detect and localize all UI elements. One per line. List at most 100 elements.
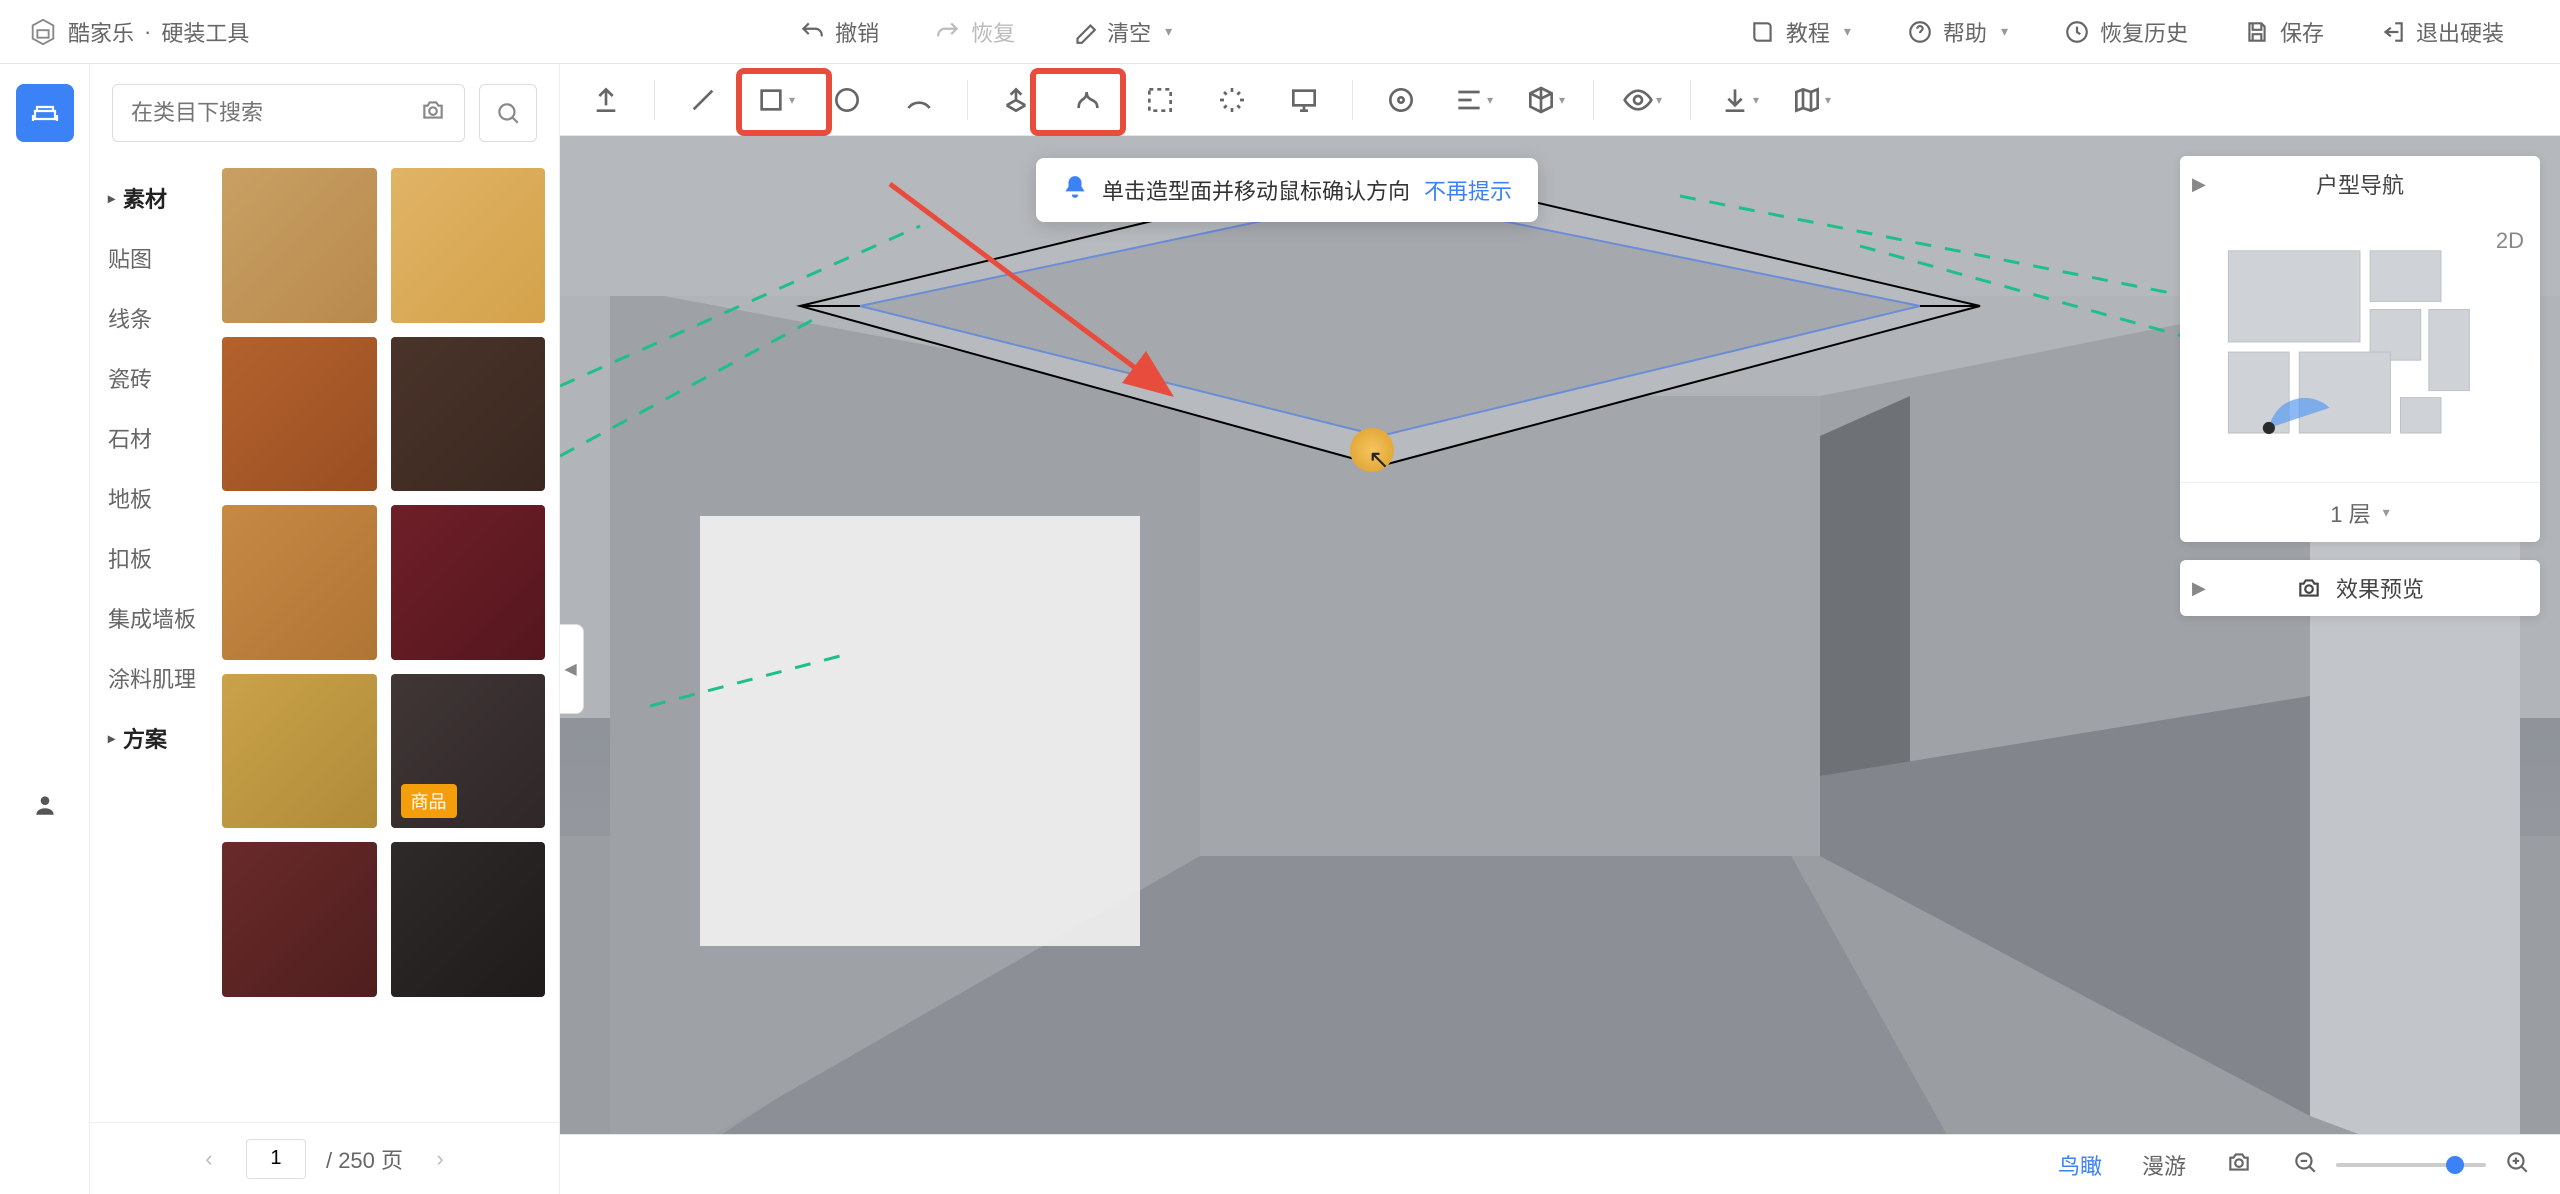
material-thumb[interactable]	[391, 168, 546, 323]
tool-material[interactable]: ▾	[1509, 72, 1581, 128]
cat-texture[interactable]: 贴图	[90, 228, 208, 288]
canvas-toolbar: ▾ ▾ ▾ ▾ ▾ ▾	[560, 64, 2560, 136]
tutorial-button[interactable]: 教程▾	[1722, 16, 1879, 48]
collapse-icon[interactable]: ▶	[2192, 174, 2206, 195]
cat-tile[interactable]: 瓷砖	[90, 348, 208, 408]
pager-prev[interactable]: ‹	[192, 1146, 226, 1172]
brand-sep: ·	[144, 19, 151, 45]
search-button[interactable]	[479, 84, 537, 142]
help-icon	[1907, 19, 1933, 45]
cat-wallpanel[interactable]: 集成墙板	[90, 588, 208, 648]
tool-target[interactable]	[1365, 72, 1437, 128]
zoom-out-button[interactable]	[2292, 1149, 2318, 1181]
snapshot-button[interactable]	[2226, 1149, 2252, 1181]
search-icon	[495, 100, 521, 126]
history-button[interactable]: 恢复历史	[2036, 16, 2216, 48]
app-logo: 酷家乐 · 硬装工具	[28, 16, 249, 48]
cat-panel[interactable]: 扣板	[90, 528, 208, 588]
minimap-mode-badge[interactable]: 2D	[2496, 228, 2524, 254]
tool-screen[interactable]	[1268, 72, 1340, 128]
material-thumb[interactable]	[391, 842, 546, 997]
triangle-down-icon: ▸	[108, 190, 115, 207]
clear-button[interactable]: 清空▾	[1043, 16, 1200, 48]
tool-map[interactable]: ▾	[1775, 72, 1847, 128]
material-thumb[interactable]	[391, 337, 546, 492]
material-thumb[interactable]	[222, 842, 377, 997]
view-bird-tab[interactable]: 鸟瞰	[2058, 1149, 2102, 1181]
tool-line[interactable]	[667, 72, 739, 128]
floor-selector[interactable]: 1 层▾	[2180, 482, 2540, 542]
logo-icon	[28, 17, 58, 47]
material-thumb[interactable]	[391, 505, 546, 660]
tool-arc[interactable]	[883, 72, 955, 128]
tool-visibility[interactable]: ▾	[1606, 72, 1678, 128]
pager: ‹ / 250 页 ›	[90, 1122, 559, 1194]
cat-paint[interactable]: 涂料肌理	[90, 648, 208, 708]
camera-icon	[2226, 1149, 2252, 1175]
cat-line[interactable]: 线条	[90, 288, 208, 348]
collapse-icon[interactable]: ▶	[2192, 578, 2206, 599]
tool-download[interactable]: ▾	[1703, 72, 1775, 128]
zoom-out-icon	[2292, 1149, 2318, 1175]
cat-header-material[interactable]: ▸素材	[90, 168, 208, 228]
rail-library-button[interactable]	[16, 84, 74, 142]
undo-label: 撤销	[835, 16, 879, 48]
tool-rect[interactable]: ▾	[739, 72, 811, 128]
tool-region[interactable]	[1124, 72, 1196, 128]
search-input[interactable]	[131, 100, 420, 126]
tool-curve[interactable]	[1052, 72, 1124, 128]
search-box[interactable]	[112, 84, 465, 142]
rail-user-button[interactable]	[32, 792, 58, 823]
render-preview-card: ▶ 效果预览	[2180, 560, 2540, 616]
floor-label: 1 层	[2330, 497, 2370, 529]
cat-stone[interactable]: 石材	[90, 408, 208, 468]
material-thumb[interactable]: 商品	[391, 674, 546, 829]
material-thumb[interactable]	[222, 168, 377, 323]
pager-total: / 250 页	[326, 1143, 403, 1175]
book-icon	[1750, 19, 1776, 45]
tool-upload[interactable]	[570, 72, 642, 128]
bell-icon	[1062, 174, 1088, 206]
camera-icon[interactable]	[420, 97, 446, 129]
triangle-right-icon: ▸	[108, 730, 115, 747]
brand-text: 酷家乐	[68, 16, 134, 48]
material-thumb[interactable]	[222, 674, 377, 829]
hint-dismiss-link[interactable]: 不再提示	[1424, 174, 1512, 206]
zoom-in-button[interactable]	[2504, 1149, 2530, 1181]
chevron-down-icon: ▾	[1844, 23, 1851, 40]
material-thumb[interactable]	[222, 505, 377, 660]
exit-icon	[2380, 19, 2406, 45]
app-header: 酷家乐 · 硬装工具 撤销 恢复 清空▾ 教程▾ 帮助 ▾ 恢复历史 保存 退出硬…	[0, 0, 2560, 64]
cat-floor[interactable]: 地板	[90, 468, 208, 528]
tool-align[interactable]: ▾	[1437, 72, 1509, 128]
tool-extrude[interactable]	[980, 72, 1052, 128]
material-thumb[interactable]	[222, 337, 377, 492]
save-button[interactable]: 保存	[2216, 16, 2352, 48]
floorplan-nav-card: ▶ 户型导航 2D	[2180, 156, 2540, 542]
bottom-bar: 鸟瞰 漫游	[560, 1134, 2560, 1194]
tool-circle[interactable]	[811, 72, 883, 128]
redo-icon	[935, 19, 961, 45]
pager-next[interactable]: ›	[423, 1146, 457, 1172]
sofa-icon	[29, 97, 61, 129]
undo-button[interactable]: 撤销	[771, 16, 907, 48]
zoom-slider[interactable]	[2336, 1163, 2486, 1167]
help-button[interactable]: 帮助 ▾	[1879, 16, 2036, 48]
view-roam-tab[interactable]: 漫游	[2142, 1149, 2186, 1181]
history-label: 恢复历史	[2100, 16, 2188, 48]
chevron-down-icon: ▾	[2001, 23, 2008, 40]
exit-button[interactable]: 退出硬装	[2352, 16, 2532, 48]
undo-icon	[799, 19, 825, 45]
floorplan-nav-title: 户型导航	[2316, 168, 2404, 200]
eraser-icon	[1071, 19, 1097, 45]
redo-button[interactable]: 恢复	[907, 16, 1043, 48]
hint-text: 单击造型面并移动鼠标确认方向	[1102, 174, 1410, 206]
minimap[interactable]: 2D	[2180, 212, 2540, 482]
tool-light[interactable]	[1196, 72, 1268, 128]
redo-label: 恢复	[971, 16, 1015, 48]
sidebar-collapse-handle[interactable]: ◀	[560, 624, 584, 714]
pager-page-input[interactable]	[246, 1139, 306, 1179]
help-label: 帮助	[1943, 16, 1987, 48]
camera-icon	[2296, 575, 2322, 601]
cat-header-plan[interactable]: ▸方案	[90, 708, 208, 768]
